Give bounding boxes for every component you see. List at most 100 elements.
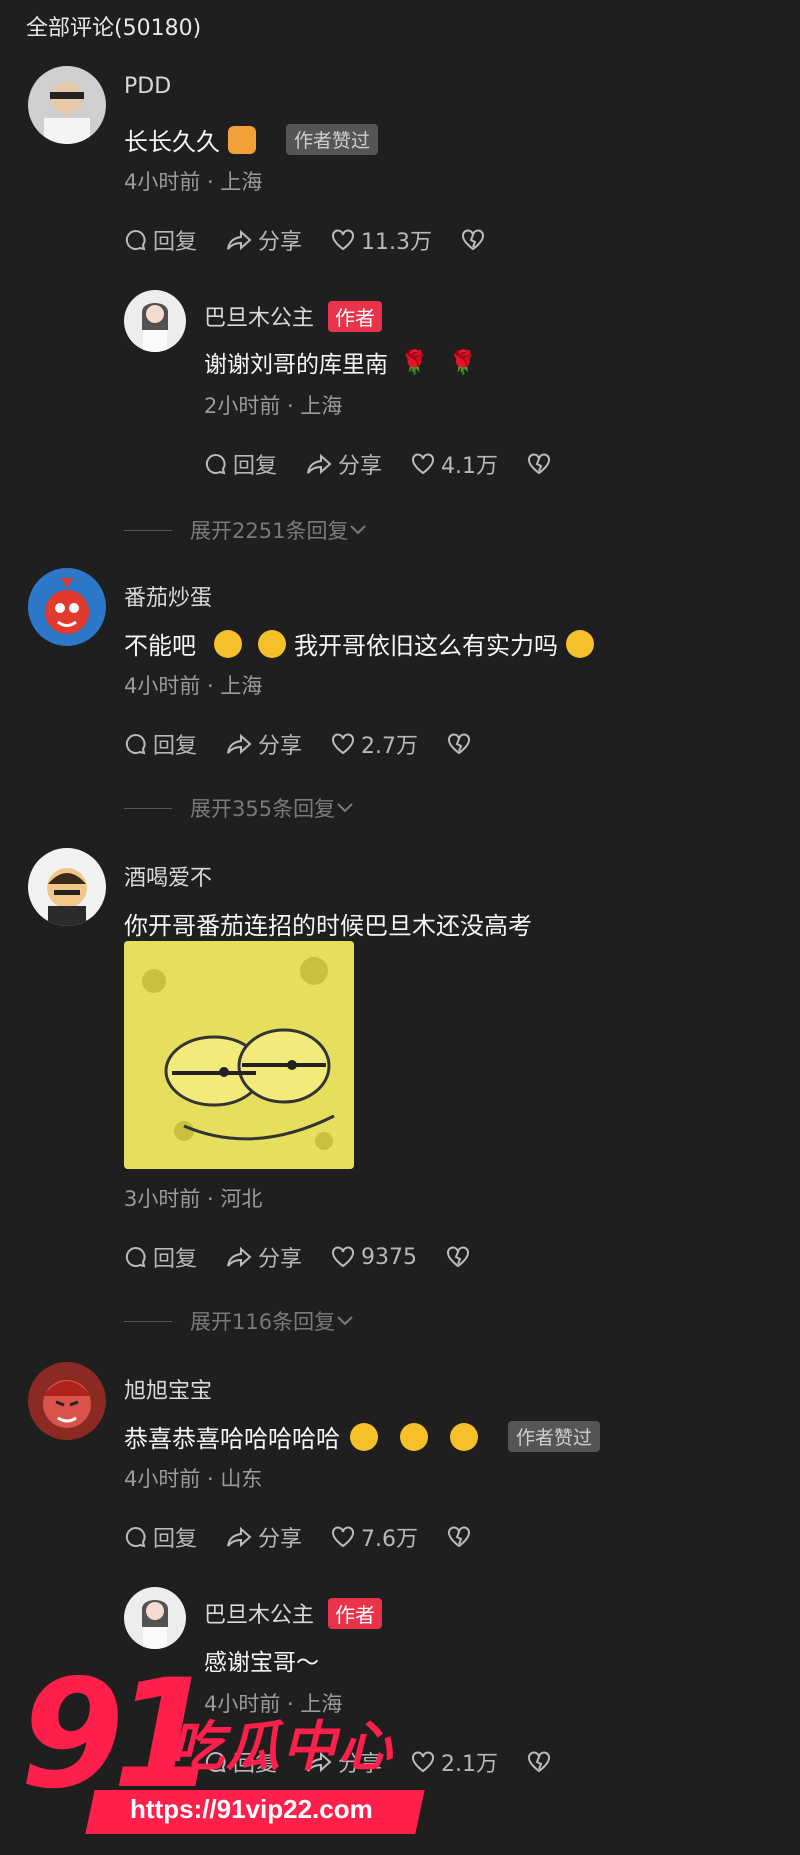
reply-icon: [205, 453, 226, 475]
broken-heart-icon: [528, 453, 551, 475]
expand-replies-label: 展开355条回复: [190, 797, 336, 821]
like-button[interactable]: 4.1万: [410, 448, 498, 480]
expand-replies-label: 展开116条回复: [190, 1310, 336, 1334]
grin-emoji-icon: [400, 1422, 428, 1451]
dislike-button[interactable]: [446, 1525, 477, 1549]
comment-text-content: 长长久久: [124, 128, 220, 156]
reply-button[interactable]: 回复: [204, 448, 277, 480]
like-count: 7.6万: [361, 1527, 419, 1552]
reply-text-content: 谢谢刘哥的库里南: [204, 352, 388, 378]
username[interactable]: 番茄炒蛋: [124, 580, 212, 612]
reply-button[interactable]: 回复: [124, 1241, 197, 1273]
reply-username[interactable]: 巴旦木公主: [204, 1597, 314, 1629]
avatar-image: [45, 578, 89, 634]
expand-replies-button[interactable]: 展开2251条回复: [124, 515, 368, 545]
reply-icon: [125, 229, 146, 251]
share-button[interactable]: 分享: [225, 1241, 302, 1273]
heart-icon: [332, 1526, 355, 1548]
like-button[interactable]: 11.3万: [330, 224, 432, 256]
broken-heart-icon: [448, 733, 471, 755]
reply-label: 回复: [153, 734, 198, 759]
hug-emoji-icon: [228, 125, 256, 154]
crying-emoji-icon: [566, 629, 594, 658]
dislike-button[interactable]: [526, 1750, 557, 1774]
comment-text-part-1: 不能吧: [124, 632, 196, 660]
reply-username[interactable]: 巴旦木公主: [204, 300, 314, 332]
like-button[interactable]: 7.6万: [330, 1521, 418, 1553]
share-label: 分享: [258, 1527, 303, 1552]
expand-replies-button[interactable]: 展开116条回复: [124, 1306, 355, 1336]
reply-label: 回复: [153, 1247, 198, 1272]
expand-replies-label: 展开2251条回复: [190, 519, 349, 543]
comment-meta: 4小时前 · 上海: [124, 674, 263, 698]
share-label: 分享: [258, 1247, 303, 1272]
avatar-image: [43, 1380, 91, 1428]
chevron-down-icon: [350, 525, 367, 535]
avatar[interactable]: [28, 848, 106, 926]
share-icon: [307, 453, 332, 475]
dislike-button[interactable]: [445, 1245, 476, 1269]
reply-label: 回复: [233, 454, 278, 479]
like-button[interactable]: 9375: [330, 1245, 417, 1270]
comment-text: 你开哥番茄连招的时候巴旦木还没高考: [124, 912, 532, 940]
reply-label: 回复: [153, 230, 198, 255]
username: 巴旦木公主 作者: [204, 1597, 383, 1629]
username[interactable]: PDD: [124, 74, 171, 99]
comment-actions: 回复 分享 9375: [124, 1241, 504, 1273]
share-icon: [227, 1246, 252, 1268]
expand-replies-button[interactable]: 展开355条回复: [124, 793, 355, 823]
share-button[interactable]: 分享: [225, 1521, 302, 1553]
comment-actions: 回复 分享 11.3万: [124, 224, 519, 256]
username[interactable]: 酒喝爱不: [124, 860, 212, 892]
dislike-button[interactable]: [446, 732, 477, 756]
avatar[interactable]: [124, 1587, 186, 1649]
avatar[interactable]: [28, 568, 106, 646]
comment-text-part-2: 我开哥依旧这么有实力吗: [294, 632, 558, 660]
like-count: 2.1万: [441, 1752, 499, 1777]
author-badge: 作者: [328, 300, 383, 332]
reply-text: 感谢宝哥～: [204, 1650, 319, 1676]
reply-label: 回复: [153, 1527, 198, 1552]
comment-text: 恭喜恭喜哈哈哈哈哈 作者赞过: [124, 1419, 601, 1454]
share-button[interactable]: 分享: [225, 728, 302, 760]
avatar-image: [47, 868, 87, 926]
dislike-button[interactable]: [526, 452, 557, 476]
reply-icon: [125, 1526, 146, 1548]
like-button[interactable]: 2.7万: [330, 728, 418, 760]
share-button[interactable]: 分享: [305, 448, 382, 480]
heart-icon: [412, 453, 435, 475]
grin-emoji-icon: [450, 1422, 478, 1451]
share-button[interactable]: 分享: [225, 224, 302, 256]
laughing-tears-emoji-icon: [214, 629, 242, 658]
reply-icon: [125, 1246, 146, 1268]
reply-button[interactable]: 回复: [124, 1521, 197, 1553]
reply-button[interactable]: 回复: [124, 728, 197, 760]
reply-button[interactable]: 回复: [124, 224, 197, 256]
dislike-button[interactable]: [460, 228, 491, 252]
author-badge: 作者: [328, 1597, 383, 1629]
watermark-title: 吃瓜中心: [170, 1715, 394, 1778]
broken-heart-icon: [447, 1246, 470, 1268]
avatar-image: [44, 82, 90, 144]
like-count: 4.1万: [441, 454, 499, 479]
username: 巴旦木公主 作者: [204, 300, 383, 332]
avatar[interactable]: [124, 290, 186, 352]
comment-text: 长长久久 作者赞过: [124, 122, 379, 157]
username[interactable]: 旭旭宝宝: [124, 1373, 212, 1405]
like-count: 11.3万: [361, 230, 433, 255]
avatar-image: [142, 303, 168, 352]
heart-icon: [332, 1246, 355, 1268]
like-count: 2.7万: [361, 734, 419, 759]
heart-icon: [332, 733, 355, 755]
comment-text-content: 恭喜恭喜哈哈哈哈哈: [124, 1425, 340, 1453]
divider: [124, 529, 172, 531]
sticker-art: [124, 941, 354, 1169]
author-liked-badge: 作者赞过: [508, 1421, 601, 1452]
reply-text: 谢谢刘哥的库里南 🌹 🌹: [204, 345, 477, 379]
avatar-image: [142, 1600, 168, 1649]
spongebob-sticker-image[interactable]: [124, 941, 354, 1169]
comment-meta: 4小时前 · 山东: [124, 1467, 263, 1491]
author-liked-badge: 作者赞过: [286, 124, 379, 155]
avatar[interactable]: [28, 66, 106, 144]
avatar[interactable]: [28, 1362, 106, 1440]
